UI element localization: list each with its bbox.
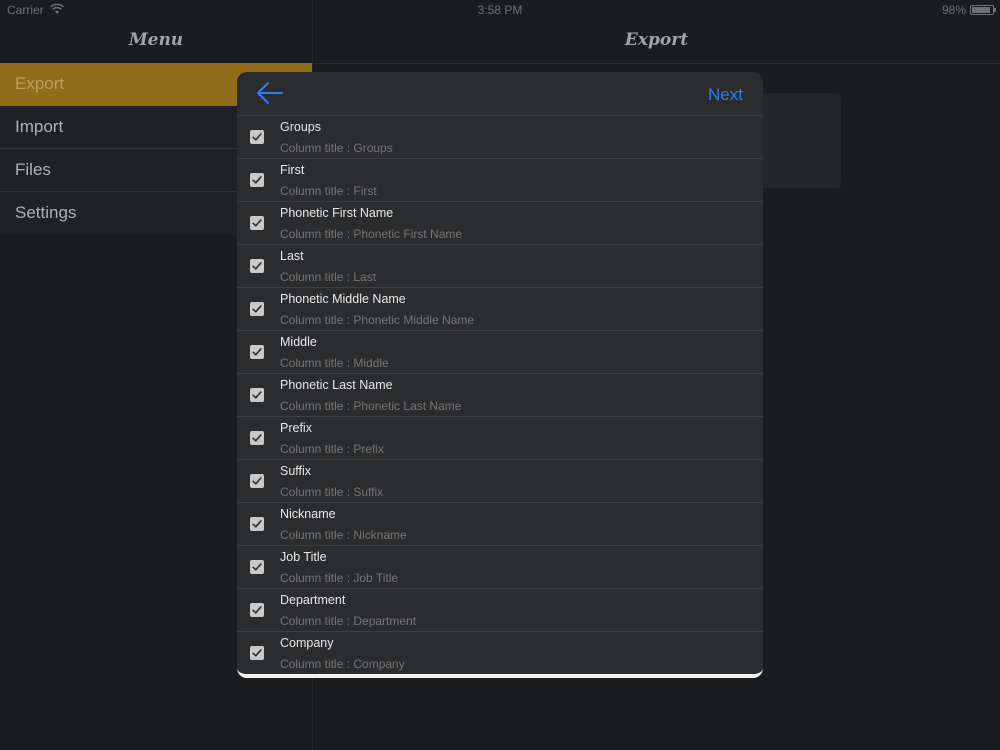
field-name: First: [280, 163, 305, 177]
field-name: Suffix: [280, 464, 312, 478]
arrow-left-icon: [257, 82, 283, 104]
field-row: Job Title: [237, 545, 763, 588]
field-row: Department: [237, 588, 763, 631]
checkmark-icon: [252, 305, 262, 313]
field-checkbox[interactable]: [250, 130, 264, 144]
modal-nav-bar: Next: [237, 72, 763, 115]
checkmark-icon: [252, 520, 262, 528]
app-root: Menu Export Import Files Settings Export…: [0, 0, 1000, 750]
field-name: Phonetic Middle Name: [280, 292, 406, 306]
battery-icon: [970, 5, 996, 15]
checkmark-icon: [252, 606, 262, 614]
column-title-input[interactable]: [280, 485, 740, 499]
field-row: Last: [237, 244, 763, 287]
column-title-input[interactable]: [280, 399, 740, 413]
checkmark-icon: [252, 262, 262, 270]
checkmark-icon: [252, 649, 262, 657]
field-checkbox[interactable]: [250, 216, 264, 230]
column-title-input[interactable]: [280, 442, 740, 456]
next-button[interactable]: Next: [708, 85, 743, 105]
checkmark-icon: [252, 477, 262, 485]
status-time: 3:58 PM: [477, 3, 523, 17]
field-row: Nickname: [237, 502, 763, 545]
column-title-input[interactable]: [280, 313, 740, 327]
field-row: Company: [237, 631, 763, 674]
checkmark-icon: [252, 391, 262, 399]
field-checkbox[interactable]: [250, 560, 264, 574]
field-row: Prefix: [237, 416, 763, 459]
field-name: Phonetic Last Name: [280, 378, 393, 392]
checkmark-icon: [252, 434, 262, 442]
back-button[interactable]: [255, 80, 285, 106]
field-row: Phonetic First Name: [237, 201, 763, 244]
checkmark-icon: [252, 176, 262, 184]
field-name: Groups: [280, 120, 321, 134]
field-checkbox[interactable]: [250, 173, 264, 187]
field-name: Phonetic First Name: [280, 206, 394, 220]
field-checkbox[interactable]: [250, 603, 264, 617]
field-row: Phonetic Middle Name: [237, 287, 763, 330]
field-checkbox[interactable]: [250, 388, 264, 402]
field-list: Groups First Phonetic First Name Last Phonet…: [237, 115, 763, 674]
checkmark-icon: [252, 219, 262, 227]
column-title-input[interactable]: [280, 141, 740, 155]
field-row: Suffix: [237, 459, 763, 502]
field-checkbox[interactable]: [250, 259, 264, 273]
column-title-input[interactable]: [280, 528, 740, 542]
field-name: Last: [280, 249, 304, 263]
field-row: First: [237, 158, 763, 201]
field-name: Nickname: [280, 507, 336, 521]
column-title-input[interactable]: [280, 227, 740, 241]
column-title-input[interactable]: [280, 657, 740, 671]
status-bar: Carrier 3:58 PM 98%: [0, 0, 1000, 20]
field-name: Company: [280, 636, 334, 650]
column-title-input[interactable]: [280, 184, 740, 198]
checkmark-icon: [252, 133, 262, 141]
field-name: Middle: [280, 335, 317, 349]
field-name: Department: [280, 593, 346, 607]
field-checkbox[interactable]: [250, 517, 264, 531]
export-fields-modal: Next Groups First Phonetic First Name Last P…: [237, 72, 763, 678]
field-row: Groups: [237, 115, 763, 158]
checkmark-icon: [252, 348, 262, 356]
field-checkbox[interactable]: [250, 474, 264, 488]
field-name: Job Title: [280, 550, 327, 564]
column-title-input[interactable]: [280, 356, 740, 370]
field-checkbox[interactable]: [250, 431, 264, 445]
column-title-input[interactable]: [280, 614, 740, 628]
field-checkbox[interactable]: [250, 302, 264, 316]
column-title-input[interactable]: [280, 571, 740, 585]
column-title-input[interactable]: [280, 270, 740, 284]
field-name: Prefix: [280, 421, 312, 435]
field-checkbox[interactable]: [250, 646, 264, 660]
field-row: Phonetic Last Name: [237, 373, 763, 416]
field-checkbox[interactable]: [250, 345, 264, 359]
field-row: Middle: [237, 330, 763, 373]
battery-percent: 98%: [941, 3, 966, 17]
checkmark-icon: [252, 563, 262, 571]
